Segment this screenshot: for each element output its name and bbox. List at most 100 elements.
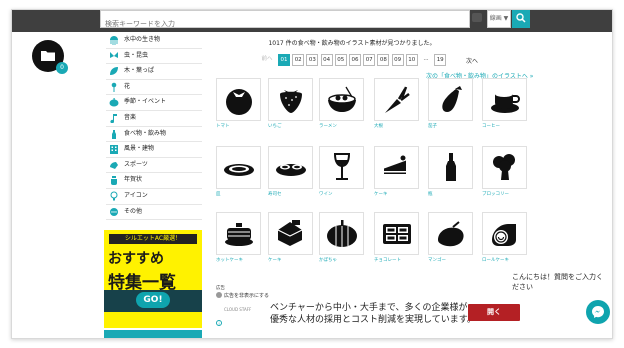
bottle-icon <box>112 129 116 139</box>
category-item[interactable]: 食べ物・飲み物 <box>106 127 202 143</box>
illustration-tile[interactable] <box>428 212 473 255</box>
illustration-tile[interactable] <box>482 78 527 121</box>
page-button[interactable]: 06 <box>349 54 361 66</box>
illustration-label[interactable]: チョコレート <box>374 257 401 263</box>
category-label: 花 <box>124 82 131 90</box>
category-label: 音楽 <box>124 113 137 121</box>
illustration-tile[interactable] <box>268 78 313 121</box>
page-button[interactable]: 07 <box>363 54 376 66</box>
category-item[interactable]: 木・葉っぱ <box>106 64 202 80</box>
ad-close-icon[interactable] <box>216 292 222 298</box>
illustration-tile[interactable] <box>428 78 473 121</box>
ad-info-icon[interactable]: i <box>216 320 222 326</box>
illustration-label[interactable]: ブロッコリー <box>482 191 509 197</box>
page-button[interactable]: 01 <box>278 54 290 66</box>
illustration-tile[interactable] <box>374 212 419 255</box>
category-item[interactable]: 花 <box>106 80 202 96</box>
illustration-tile[interactable] <box>374 78 419 121</box>
jellyfish-icon <box>110 36 118 45</box>
next-page-link[interactable]: 次へ <box>466 56 478 65</box>
top-bar: 線画 ▼ <box>12 10 612 32</box>
illustration-label[interactable]: 茄子 <box>428 123 437 129</box>
chat-greeting: こんにちは！質問をご入力ください <box>512 273 603 291</box>
illustration-tile[interactable] <box>216 78 261 121</box>
category-item[interactable]: 年賀状 <box>106 173 202 189</box>
illustration-tile[interactable] <box>216 212 261 255</box>
page-button[interactable]: 08 <box>377 54 390 66</box>
messenger-icon <box>592 306 604 318</box>
illustration-tile[interactable] <box>216 146 261 189</box>
illustration-tile[interactable] <box>319 78 364 121</box>
page-button[interactable]: 04 <box>320 54 333 66</box>
category-label: 年賀状 <box>124 176 143 184</box>
illustration-label[interactable]: マンゴー <box>428 257 446 263</box>
search-box[interactable] <box>100 10 470 32</box>
page-button[interactable]: 10 <box>405 54 418 66</box>
page-button[interactable]: 19 <box>434 54 447 66</box>
category-item[interactable]: 水中の生き物 <box>106 33 202 49</box>
mango-icon <box>438 221 464 247</box>
category-label: 虫・昆虫 <box>124 51 149 59</box>
illustration-tile[interactable] <box>268 146 313 189</box>
page-button[interactable]: 09 <box>391 54 404 66</box>
result-count: 1017 件の食べ物・飲み物のイラスト素材が見つかりました。 <box>268 40 436 47</box>
category-item[interactable]: 風景・建物 <box>106 142 202 158</box>
leaf-icon <box>110 67 118 76</box>
illustration-label[interactable]: 瓶 <box>428 191 433 197</box>
category-item[interactable]: 音楽 <box>106 111 202 127</box>
illustration-label[interactable]: ケーキ <box>268 257 282 263</box>
recommend-banner[interactable]: シルエットAC厳選！ おすすめ 特集一覧 GO! <box>104 230 202 328</box>
category-label: 風景・建物 <box>124 145 155 153</box>
page-button[interactable]: 03 <box>306 54 319 66</box>
bottle-icon <box>446 153 456 181</box>
chat-button[interactable] <box>586 300 610 324</box>
illustration-label[interactable]: ケーキ <box>374 191 388 197</box>
bulb-icon <box>110 191 118 201</box>
illustration-label[interactable]: 大根 <box>374 123 383 129</box>
category-label: 季節・イベント <box>124 98 167 106</box>
banner-go-button[interactable]: GO! <box>136 292 170 308</box>
illustration-label[interactable]: コーヒー <box>482 123 500 129</box>
search-button[interactable] <box>512 10 530 28</box>
illustration-label[interactable]: ロールケーキ <box>482 257 509 263</box>
camera-icon[interactable] <box>472 13 482 22</box>
broccoli-icon <box>493 154 515 180</box>
pot-icon <box>111 176 117 186</box>
page-button[interactable]: 05 <box>334 54 347 66</box>
ad-hide-link[interactable]: 広告を非表示にする <box>224 292 269 299</box>
illustration-tile[interactable] <box>268 212 313 255</box>
search-scope-dropdown[interactable]: 線画 ▼ <box>487 10 511 28</box>
sushi-icon <box>276 164 306 176</box>
illustration-tile[interactable] <box>428 146 473 189</box>
category-item[interactable]: アイコン <box>106 189 202 205</box>
butterfly-icon <box>110 51 118 58</box>
chocolate-icon <box>383 224 411 244</box>
category-label: 水中の生き物 <box>124 36 161 43</box>
banner-tag: シルエットAC厳選！ <box>109 234 197 244</box>
illustration-label[interactable]: かぼちゃ <box>319 257 337 263</box>
category-item[interactable]: 虫・昆虫 <box>106 49 202 65</box>
illustration-label[interactable]: ワイン <box>319 191 333 197</box>
category-list: 水中の生き物 虫・昆虫木・葉っぱ花季節・イベント 音楽食べ物・飲み物風景・建物スポー… <box>106 33 202 221</box>
illustration-tile[interactable] <box>319 146 364 189</box>
search-input[interactable] <box>101 16 439 32</box>
illustration-label[interactable]: 寿司セ <box>268 191 282 197</box>
wine-glass-icon <box>333 153 351 180</box>
prev-page-link[interactable]: 前へ <box>261 54 273 66</box>
illustration-tile[interactable] <box>482 212 527 255</box>
folder-icon <box>41 51 55 61</box>
ad-open-button[interactable]: 開く <box>468 304 520 321</box>
illustration-label[interactable]: トマト <box>216 123 230 129</box>
illustration-label[interactable]: いちご <box>268 123 282 129</box>
illustration-label[interactable]: ラーメン <box>319 123 337 129</box>
building-icon <box>110 145 118 155</box>
category-item[interactable]: 季節・イベント <box>106 95 202 111</box>
illustration-tile[interactable] <box>482 146 527 189</box>
illustration-label[interactable]: ホットケーキ <box>216 257 243 263</box>
illustration-label[interactable]: 皿 <box>216 191 221 197</box>
illustration-tile[interactable] <box>374 146 419 189</box>
category-item[interactable]: その他 <box>106 205 202 221</box>
page-button[interactable]: 02 <box>292 54 305 66</box>
illustration-tile[interactable] <box>319 212 364 255</box>
category-item[interactable]: スポーツ <box>106 158 202 174</box>
